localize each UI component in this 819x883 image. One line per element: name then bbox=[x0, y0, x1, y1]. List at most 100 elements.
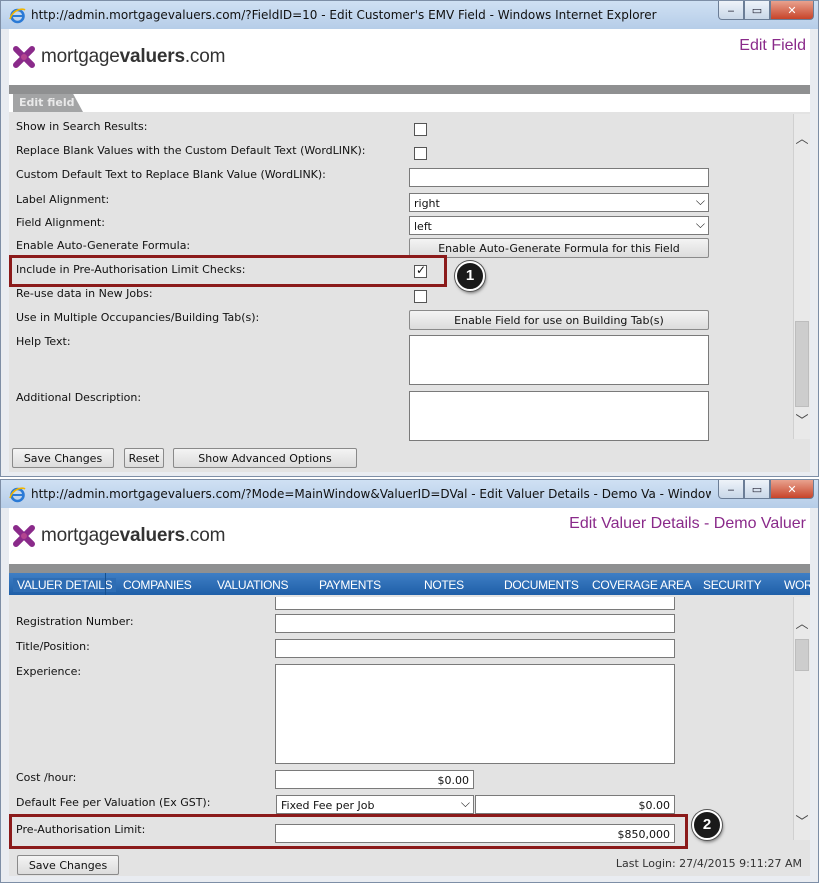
close-icon[interactable]: ✕ bbox=[770, 480, 814, 499]
enable-auto-generate-button[interactable]: Enable Auto-Generate Formula for this Fi… bbox=[409, 238, 709, 258]
replace-blank-checkbox[interactable] bbox=[414, 147, 427, 160]
ie-icon bbox=[9, 8, 26, 24]
page-content: mortgagevaluers.com Edit Valuer Details … bbox=[9, 508, 810, 876]
logo: mortgagevaluers.com bbox=[13, 525, 225, 547]
nav-notes[interactable]: NOTES bbox=[424, 578, 464, 592]
previous-field-input[interactable] bbox=[275, 597, 675, 610]
highlight-box-2 bbox=[9, 814, 688, 849]
highlight-box-1 bbox=[9, 255, 447, 287]
label-alignment-value: right bbox=[414, 197, 440, 210]
additional-description-label: Additional Description: bbox=[16, 391, 142, 404]
save-changes-button[interactable]: Save Changes bbox=[12, 448, 114, 468]
close-icon[interactable]: ✕ bbox=[770, 1, 814, 20]
page-header: mortgagevaluers.com Edit Field bbox=[9, 29, 810, 85]
show-in-search-label: Show in Search Results: bbox=[16, 120, 148, 133]
logo-text-bold: valuers bbox=[119, 525, 185, 546]
page-title: Edit Valuer Details - Demo Valuer bbox=[569, 515, 806, 532]
field-alignment-label: Field Alignment: bbox=[16, 216, 105, 229]
window-title: http://admin.mortgagevaluers.com/?FieldI… bbox=[31, 8, 657, 22]
reset-button[interactable]: Reset bbox=[124, 448, 164, 468]
chevron-down-icon: ⌵ bbox=[695, 194, 705, 208]
title-position-label: Title/Position: bbox=[16, 640, 90, 653]
logo-text-plain: mortgage bbox=[41, 525, 120, 546]
scrollbar[interactable]: ︿ ﹀ bbox=[793, 597, 810, 840]
auto-generate-label: Enable Auto-Generate Formula: bbox=[16, 239, 191, 252]
callout-2: 2 bbox=[692, 810, 722, 840]
nav-divider bbox=[105, 573, 106, 595]
field-alignment-select[interactable]: left ⌵ bbox=[409, 216, 709, 235]
help-text-textarea[interactable] bbox=[409, 335, 709, 385]
header-divider bbox=[9, 85, 810, 94]
chevron-down-icon: ⌵ bbox=[695, 217, 705, 231]
page-title: Edit Field bbox=[739, 37, 806, 54]
page-content: mortgagevaluers.com Edit Field Edit fiel… bbox=[9, 29, 810, 472]
minimize-icon[interactable]: ‒ bbox=[718, 1, 744, 20]
edit-field-form: Show in Search Results: Replace Blank Va… bbox=[9, 112, 810, 472]
maximize-icon[interactable]: ▭ bbox=[744, 480, 770, 499]
nav-valuer-details[interactable]: VALUER DETAILS bbox=[13, 578, 117, 592]
scrollbar[interactable]: ︿ ﹀ bbox=[793, 114, 810, 439]
logo-mark-icon bbox=[13, 46, 35, 68]
last-login-text: Last Login: 27/4/2015 9:11:27 AM bbox=[615, 857, 802, 870]
minimize-icon[interactable]: ‒ bbox=[718, 480, 744, 499]
scroll-up-icon[interactable]: ︿ bbox=[794, 128, 810, 147]
window-title: http://admin.mortgagevaluers.com/?Mode=M… bbox=[31, 487, 711, 501]
help-text-label: Help Text: bbox=[16, 335, 71, 348]
tab-row: Edit field bbox=[9, 94, 810, 112]
title-position-input[interactable] bbox=[275, 639, 675, 658]
logo-text-plain: mortgage bbox=[41, 46, 120, 67]
experience-label: Experience: bbox=[16, 665, 82, 678]
scroll-up-icon[interactable]: ︿ bbox=[794, 613, 810, 632]
scroll-down-icon[interactable]: ﹀ bbox=[794, 410, 810, 429]
nav-valuations[interactable]: VALUATIONS bbox=[217, 578, 289, 592]
registration-input[interactable] bbox=[275, 614, 675, 633]
logo-mark-icon bbox=[13, 525, 35, 547]
default-fee-label: Default Fee per Valuation (Ex GST): bbox=[16, 796, 211, 809]
nav-companies[interactable]: COMPANIES bbox=[123, 578, 192, 592]
page-header: mortgagevaluers.com Edit Valuer Details … bbox=[9, 508, 810, 564]
edit-valuer-window: http://admin.mortgagevaluers.com/?Mode=M… bbox=[0, 479, 819, 883]
nav-coverage-area[interactable]: COVERAGE AREA bbox=[592, 578, 692, 592]
cost-hour-label: Cost /hour: bbox=[16, 771, 77, 784]
nav-documents[interactable]: DOCUMENTS bbox=[504, 578, 579, 592]
multiple-occupancies-label: Use in Multiple Occupancies/Building Tab… bbox=[16, 311, 260, 324]
show-advanced-options-button[interactable]: Show Advanced Options bbox=[173, 448, 357, 468]
reuse-data-checkbox[interactable] bbox=[414, 290, 427, 303]
fee-type-select[interactable]: Fixed Fee per Job ⌵ bbox=[276, 795, 474, 814]
custom-default-input[interactable] bbox=[409, 168, 709, 187]
window-titlebar[interactable]: http://admin.mortgagevaluers.com/?FieldI… bbox=[1, 1, 818, 29]
logo-text-suffix: .com bbox=[184, 46, 226, 67]
tab-edit-field[interactable]: Edit field bbox=[13, 94, 83, 112]
show-in-search-checkbox[interactable] bbox=[414, 123, 427, 136]
label-alignment-label: Label Alignment: bbox=[16, 193, 110, 206]
fee-amount-input[interactable]: $0.00 bbox=[475, 795, 675, 814]
reuse-data-label: Re-use data in New Jobs: bbox=[16, 287, 153, 300]
scrollbar-thumb[interactable] bbox=[795, 321, 809, 407]
enable-building-tab-button[interactable]: Enable Field for use on Building Tab(s) bbox=[409, 310, 709, 330]
valuer-details-form: Registration Number: Title/Position: Exp… bbox=[9, 595, 810, 876]
replace-blank-label: Replace Blank Values with the Custom Def… bbox=[16, 144, 366, 157]
logo-text-suffix: .com bbox=[184, 525, 226, 546]
ie-icon bbox=[9, 487, 26, 503]
logo-text-bold: valuers bbox=[119, 46, 185, 67]
nav-payments[interactable]: PAYMENTS bbox=[319, 578, 381, 592]
cost-hour-input[interactable]: $0.00 bbox=[275, 770, 474, 789]
maximize-icon[interactable]: ▭ bbox=[744, 1, 770, 20]
nav-wor[interactable]: WOR bbox=[784, 578, 810, 592]
nav-security[interactable]: SECURITY bbox=[703, 578, 762, 592]
scrollbar-thumb[interactable] bbox=[795, 639, 809, 671]
custom-default-label: Custom Default Text to Replace Blank Val… bbox=[16, 168, 326, 181]
header-divider bbox=[9, 564, 810, 573]
registration-label: Registration Number: bbox=[16, 615, 134, 628]
edit-field-window: http://admin.mortgagevaluers.com/?FieldI… bbox=[0, 0, 819, 477]
label-alignment-select[interactable]: right ⌵ bbox=[409, 193, 709, 212]
window-titlebar[interactable]: http://admin.mortgagevaluers.com/?Mode=M… bbox=[1, 480, 818, 508]
save-changes-button[interactable]: Save Changes bbox=[17, 855, 119, 875]
experience-textarea[interactable] bbox=[275, 664, 675, 764]
logo: mortgagevaluers.com bbox=[13, 46, 225, 68]
main-nav: VALUER DETAILS COMPANIES VALUATIONS PAYM… bbox=[9, 573, 810, 595]
chevron-down-icon: ⌵ bbox=[460, 796, 470, 810]
additional-description-textarea[interactable] bbox=[409, 391, 709, 441]
fee-type-value: Fixed Fee per Job bbox=[281, 799, 375, 812]
scroll-down-icon[interactable]: ﹀ bbox=[794, 811, 810, 830]
